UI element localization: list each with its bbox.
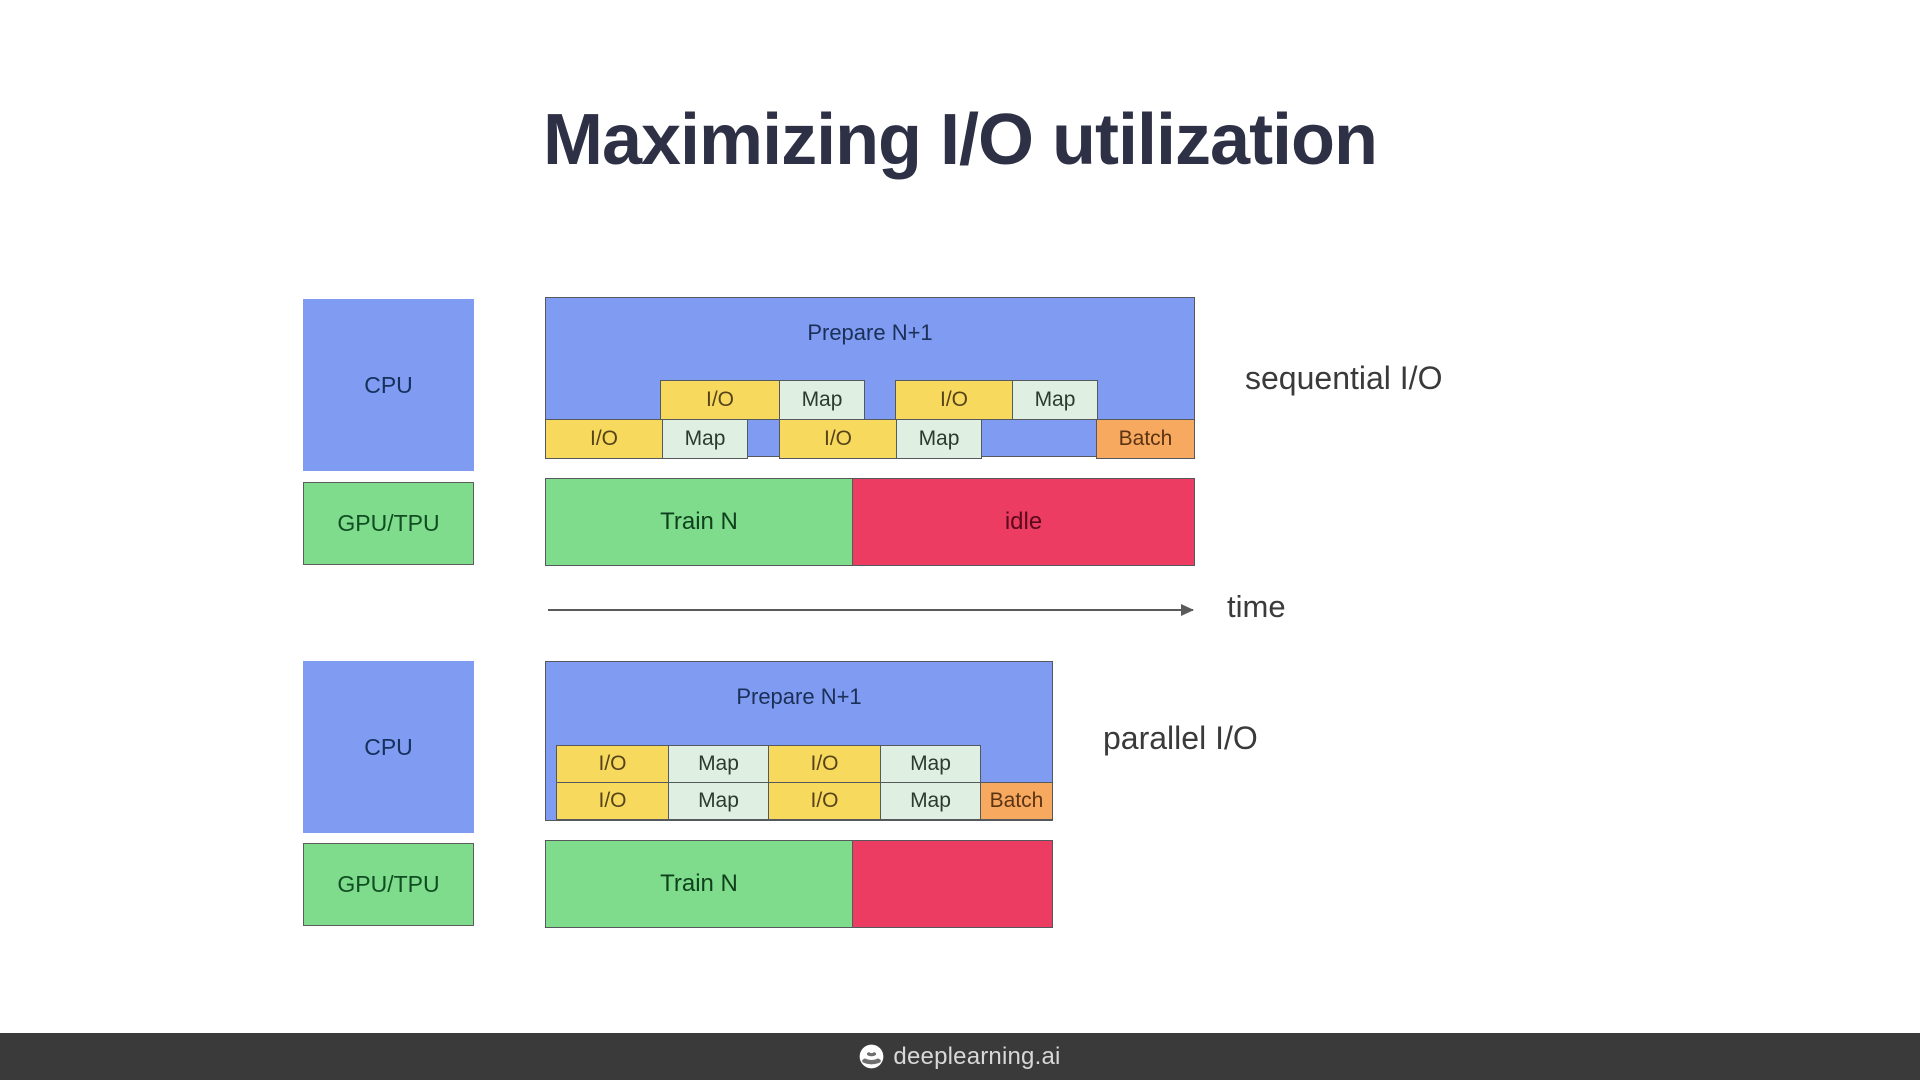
parallel-train-block: Train N [545,840,853,928]
sequential-lower-io-2: I/O [779,419,897,459]
device-label-text: GPU/TPU [337,510,440,536]
footer-brand-text: deeplearning.ai [893,1042,1061,1070]
block-label: Train N [660,870,738,897]
parallel-upper-map-1: Map [668,745,769,783]
block-label: I/O [598,752,627,775]
device-label-text: CPU [364,733,413,760]
sequential-lower-map-1: Map [662,419,748,459]
block-label: Batch [989,789,1044,812]
block-label: Map [801,388,843,411]
device-label-text: GPU/TPU [337,871,440,897]
block-label: Train N [660,508,738,535]
parallel-upper-io-2: I/O [768,745,881,783]
sequential-cpu-device-label: CPU [303,299,474,471]
parallel-cpu-device-label: CPU [303,661,474,833]
block-label: I/O [823,427,852,450]
sequential-upper-map-1: Map [779,380,865,420]
sequential-upper-io-1: I/O [660,380,780,420]
sequential-idle-block: idle [852,478,1195,566]
block-label: Map [1034,388,1076,411]
sequential-train-block: Train N [545,478,853,566]
footer-brand: deeplearning.ai [859,1043,1060,1071]
block-label: Batch [1118,427,1173,450]
block-label: Map [684,427,726,450]
block-label: I/O [939,388,968,411]
parallel-lower-map-2: Map [880,782,981,820]
parallel-annotation: parallel I/O [1103,720,1258,756]
device-label-text: CPU [364,371,413,398]
parallel-upper-map-2: Map [880,745,981,783]
sequential-lower-batch: Batch [1096,419,1195,459]
sequential-upper-io-2: I/O [895,380,1013,420]
block-label: Map [910,752,951,775]
parallel-lower-batch: Batch [980,782,1053,820]
block-label: I/O [598,789,627,812]
parallel-lower-io-1: I/O [556,782,669,820]
block-label: Map [910,789,951,812]
sequential-annotation: sequential I/O [1245,360,1443,396]
sequential-upper-map-2: Map [1012,380,1098,420]
time-axis-arrow [548,604,1194,616]
sequential-gpu-device-label: GPU/TPU [303,482,474,565]
sequential-lower-map-2: Map [896,419,982,459]
prepare-container-label: Prepare N+1 [736,684,862,709]
block-label: idle [1004,508,1043,535]
block-label: I/O [705,388,734,411]
block-label: Map [698,789,739,812]
time-axis-label: time [1227,589,1286,624]
prepare-container-label: Prepare N+1 [807,320,933,345]
parallel-lower-map-1: Map [668,782,769,820]
footer-bar: deeplearning.ai [0,1033,1920,1080]
parallel-lower-io-2: I/O [768,782,881,820]
block-label: I/O [810,789,839,812]
block-label: Map [918,427,960,450]
block-label: I/O [810,752,839,775]
pipeline-diagram: CPU GPU/TPU Prepare N+1 I/O Map I/O Map … [0,0,1920,1035]
parallel-upper-io-1: I/O [556,745,669,783]
parallel-idle-block [852,840,1053,928]
block-label: I/O [589,427,618,450]
block-label: Map [698,752,739,775]
deeplearning-rings-icon [860,1044,884,1069]
parallel-gpu-device-label: GPU/TPU [303,843,474,926]
sequential-lower-io-1: I/O [545,419,663,459]
